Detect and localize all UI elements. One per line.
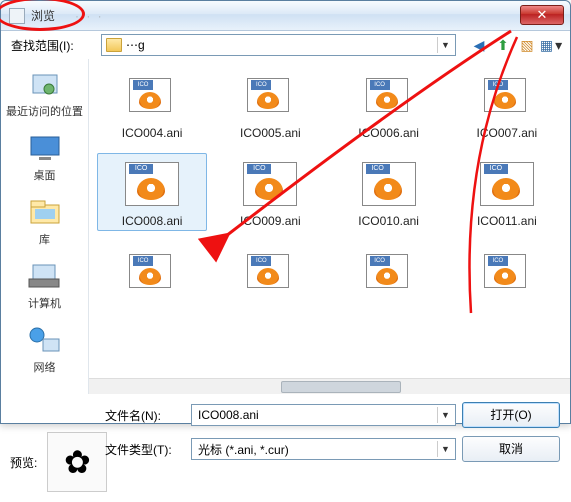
- file-item-selected[interactable]: ICOICO008.ani: [97, 153, 207, 231]
- file-name: ICO004.ani: [100, 126, 204, 140]
- file-item[interactable]: ICOICO010.ani: [334, 153, 444, 231]
- up-icon[interactable]: ⬆: [494, 36, 512, 54]
- file-name: ICO010.ani: [337, 214, 441, 228]
- file-controls: 文件名(N): ICO008.ani ▼ 打开(O) 文件类型(T): 光标 (*…: [1, 394, 570, 470]
- cancel-button[interactable]: 取消: [462, 436, 560, 462]
- window-title: 浏览: [31, 7, 55, 24]
- file-item[interactable]: ICO: [334, 241, 444, 305]
- file-name: ICO006.ani: [337, 126, 441, 140]
- file-list-area[interactable]: ICOICO004.ani ICOICO005.ani ICOICO006.an…: [89, 59, 570, 394]
- open-button[interactable]: 打开(O): [462, 402, 560, 428]
- file-item[interactable]: ICOICO005.ani: [215, 65, 325, 143]
- file-item[interactable]: ICOICO006.ani: [334, 65, 444, 143]
- nav-icons: ◀ ⬆ ▧ ▦▾: [470, 36, 560, 54]
- file-item[interactable]: ICOICO009.ani: [215, 153, 325, 231]
- chevron-down-icon[interactable]: ▼: [437, 441, 453, 457]
- network-icon: [27, 325, 63, 355]
- sidebar-item-label: 最近访问的位置: [1, 103, 88, 119]
- browse-dialog: 浏览 · · · ✕ 查找范围(I): ⋯g ▼ ◀ ⬆ ▧ ▦▾ 最近访问的位…: [0, 0, 571, 424]
- lookin-label: 查找范围(I):: [11, 37, 101, 54]
- desktop-icon: [27, 133, 63, 163]
- lookin-bar: 查找范围(I): ⋯g ▼ ◀ ⬆ ▧ ▦▾: [1, 31, 570, 59]
- lookin-combo[interactable]: ⋯g ▼: [101, 34, 456, 56]
- sidebar-item-label: 桌面: [1, 167, 88, 183]
- titlebar[interactable]: 浏览 · · · ✕: [1, 1, 570, 31]
- lookin-value: ⋯g: [126, 38, 145, 52]
- sidebar-item-library[interactable]: 库: [1, 193, 88, 257]
- filetype-label: 文件类型(T):: [105, 441, 185, 458]
- filetype-combo[interactable]: 光标 (*.ani, *.cur) ▼: [191, 438, 456, 460]
- recent-icon: [27, 69, 63, 99]
- sidebar-item-network[interactable]: 网络: [1, 321, 88, 385]
- close-button[interactable]: ✕: [520, 5, 564, 25]
- places-sidebar: 最近访问的位置 桌面 库 计算机 网络: [1, 59, 89, 394]
- window-subtitle: · · ·: [75, 9, 104, 23]
- file-name: ICO011.ani: [455, 214, 559, 228]
- file-item[interactable]: ICOICO004.ani: [97, 65, 207, 143]
- library-icon: [27, 197, 63, 227]
- chevron-down-icon[interactable]: ▼: [437, 407, 453, 423]
- back-icon[interactable]: ◀: [470, 36, 488, 54]
- folder-icon: [106, 38, 122, 52]
- filetype-value: 光标 (*.ani, *.cur): [198, 441, 289, 458]
- file-item[interactable]: ICOICO011.ani: [452, 153, 562, 231]
- file-item[interactable]: ICOICO007.ani: [452, 65, 562, 143]
- new-folder-icon[interactable]: ▧: [518, 36, 536, 54]
- file-item[interactable]: ICO: [97, 241, 207, 305]
- sidebar-item-label: 计算机: [1, 295, 88, 311]
- file-name: ICO009.ani: [218, 214, 322, 228]
- sidebar-item-computer[interactable]: 计算机: [1, 257, 88, 321]
- file-item[interactable]: ICO: [452, 241, 562, 305]
- view-menu-icon[interactable]: ▦▾: [542, 36, 560, 54]
- file-name: ICO005.ani: [218, 126, 322, 140]
- sidebar-item-label: 网络: [1, 359, 88, 375]
- sidebar-item-recent[interactable]: 最近访问的位置: [1, 65, 88, 129]
- filename-value: ICO008.ani: [198, 408, 259, 422]
- app-icon: [9, 8, 25, 24]
- scrollbar-thumb[interactable]: [281, 381, 401, 393]
- horizontal-scrollbar[interactable]: [89, 378, 570, 394]
- chevron-down-icon[interactable]: ▼: [437, 37, 453, 53]
- computer-icon: [27, 261, 63, 291]
- file-name: ICO007.ani: [455, 126, 559, 140]
- filename-combo[interactable]: ICO008.ani ▼: [191, 404, 456, 426]
- filename-label: 文件名(N):: [105, 407, 185, 424]
- sidebar-item-label: 库: [1, 231, 88, 247]
- file-name: ICO008.ani: [100, 214, 204, 228]
- sidebar-item-desktop[interactable]: 桌面: [1, 129, 88, 193]
- file-item[interactable]: ICO: [215, 241, 325, 305]
